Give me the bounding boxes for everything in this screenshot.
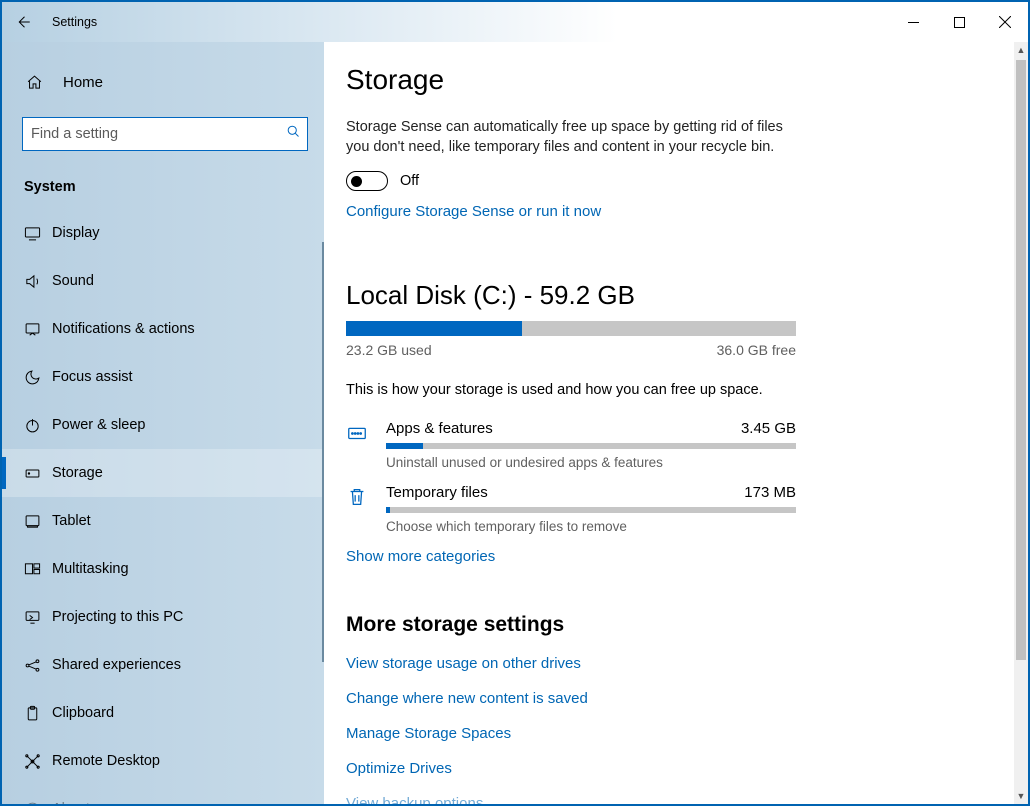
category-subtitle: Choose which temporary files to remove <box>386 519 796 534</box>
home-icon <box>26 74 43 91</box>
sidebar-item-label: Display <box>52 225 100 241</box>
sidebar: Home System Display Sound Notifications … <box>2 42 324 804</box>
sidebar-item-shared-experiences[interactable]: Shared experiences <box>2 641 324 689</box>
focus-assist-icon <box>24 369 52 386</box>
category-size: 173 MB <box>744 484 796 501</box>
more-storage-settings-title: More storage settings <box>346 613 988 637</box>
main-content: Storage Storage Sense can automatically … <box>324 42 1028 804</box>
home-label: Home <box>63 74 103 91</box>
link-storage-other-drives[interactable]: View storage usage on other drives <box>346 655 988 672</box>
configure-storage-sense-link[interactable]: Configure Storage Sense or run it now <box>346 203 988 220</box>
category-apps-features[interactable]: Apps & features 3.45 GB Uninstall unused… <box>346 420 796 470</box>
multitasking-icon <box>24 561 52 578</box>
projecting-icon <box>24 609 52 626</box>
close-button[interactable] <box>982 2 1028 42</box>
sidebar-item-label: Projecting to this PC <box>52 609 183 625</box>
home-nav[interactable]: Home <box>2 62 324 103</box>
disk-usage-bar <box>346 321 796 336</box>
sidebar-item-label: Tablet <box>52 513 91 529</box>
about-icon <box>24 801 52 805</box>
sidebar-item-label: Storage <box>52 465 103 481</box>
main-scrollbar[interactable]: ▲ ▼ <box>1014 42 1028 804</box>
disk-title: Local Disk (C:) - 59.2 GB <box>346 280 988 311</box>
storage-sense-state: Off <box>400 173 419 189</box>
category-bar <box>386 507 796 513</box>
disk-free-label: 36.0 GB free <box>717 342 796 358</box>
disk-usage-description: This is how your storage is used and how… <box>346 382 988 398</box>
sidebar-item-focus-assist[interactable]: Focus assist <box>2 353 324 401</box>
sidebar-item-projecting[interactable]: Projecting to this PC <box>2 593 324 641</box>
storage-sense-toggle-row: Off <box>346 171 988 191</box>
sidebar-item-clipboard[interactable]: Clipboard <box>2 689 324 737</box>
disk-used-label: 23.2 GB used <box>346 342 432 358</box>
sidebar-item-label: Power & sleep <box>52 417 146 433</box>
storage-sense-description: Storage Sense can automatically free up … <box>346 118 796 157</box>
page-title: Storage <box>346 64 988 96</box>
category-subtitle: Uninstall unused or undesired apps & fea… <box>386 455 796 470</box>
sidebar-item-label: Remote Desktop <box>52 753 160 769</box>
sidebar-item-label: Sound <box>52 273 94 289</box>
nav-list: Display Sound Notifications & actions Fo… <box>2 209 324 804</box>
section-heading-system: System <box>2 171 324 209</box>
category-name: Temporary files <box>386 484 488 501</box>
minimize-button[interactable] <box>890 2 936 42</box>
scroll-up-arrow[interactable]: ▲ <box>1014 42 1028 58</box>
search-icon <box>286 124 301 144</box>
sidebar-item-multitasking[interactable]: Multitasking <box>2 545 324 593</box>
sidebar-item-remote-desktop[interactable]: Remote Desktop <box>2 737 324 785</box>
category-bar <box>386 443 796 449</box>
back-button[interactable] <box>2 2 44 42</box>
link-view-backup-options[interactable]: View backup options <box>346 795 988 804</box>
category-name: Apps & features <box>386 420 493 437</box>
scrollbar-thumb[interactable] <box>1016 60 1026 660</box>
sidebar-item-notifications[interactable]: Notifications & actions <box>2 305 324 353</box>
sidebar-item-label: Notifications & actions <box>52 321 195 337</box>
sidebar-item-sound[interactable]: Sound <box>2 257 324 305</box>
sidebar-item-storage[interactable]: Storage <box>2 449 324 497</box>
notifications-icon <box>24 321 52 338</box>
storage-sense-toggle[interactable] <box>346 171 388 191</box>
temporary-files-icon <box>346 484 386 534</box>
sidebar-item-about[interactable]: About <box>2 785 324 804</box>
display-icon <box>24 225 52 242</box>
title-bar: Settings <box>2 2 1028 42</box>
clipboard-icon <box>24 705 52 722</box>
sidebar-item-power-sleep[interactable]: Power & sleep <box>2 401 324 449</box>
disk-usage-fill <box>346 321 522 336</box>
show-more-categories-link[interactable]: Show more categories <box>346 548 988 565</box>
tablet-icon <box>24 513 52 530</box>
storage-icon <box>24 465 52 482</box>
sidebar-item-label: Shared experiences <box>52 657 181 673</box>
category-size: 3.45 GB <box>741 420 796 437</box>
sidebar-item-label: Focus assist <box>52 369 133 385</box>
sidebar-item-label: About <box>52 801 90 804</box>
sidebar-item-label: Clipboard <box>52 705 114 721</box>
sound-icon <box>24 273 52 290</box>
sidebar-item-label: Multitasking <box>52 561 129 577</box>
category-temporary-files[interactable]: Temporary files 173 MB Choose which temp… <box>346 484 796 534</box>
sidebar-item-tablet[interactable]: Tablet <box>2 497 324 545</box>
remote-desktop-icon <box>24 753 52 770</box>
shared-experiences-icon <box>24 657 52 674</box>
window-title: Settings <box>52 15 97 29</box>
link-change-new-content[interactable]: Change where new content is saved <box>346 690 988 707</box>
power-icon <box>24 417 52 434</box>
maximize-button[interactable] <box>936 2 982 42</box>
link-optimize-drives[interactable]: Optimize Drives <box>346 760 988 777</box>
scroll-down-arrow[interactable]: ▼ <box>1014 788 1028 804</box>
apps-features-icon <box>346 420 386 470</box>
window-controls <box>890 2 1028 42</box>
search-input[interactable] <box>31 126 286 142</box>
link-manage-storage-spaces[interactable]: Manage Storage Spaces <box>346 725 988 742</box>
sidebar-item-display[interactable]: Display <box>2 209 324 257</box>
search-box[interactable] <box>22 117 308 151</box>
